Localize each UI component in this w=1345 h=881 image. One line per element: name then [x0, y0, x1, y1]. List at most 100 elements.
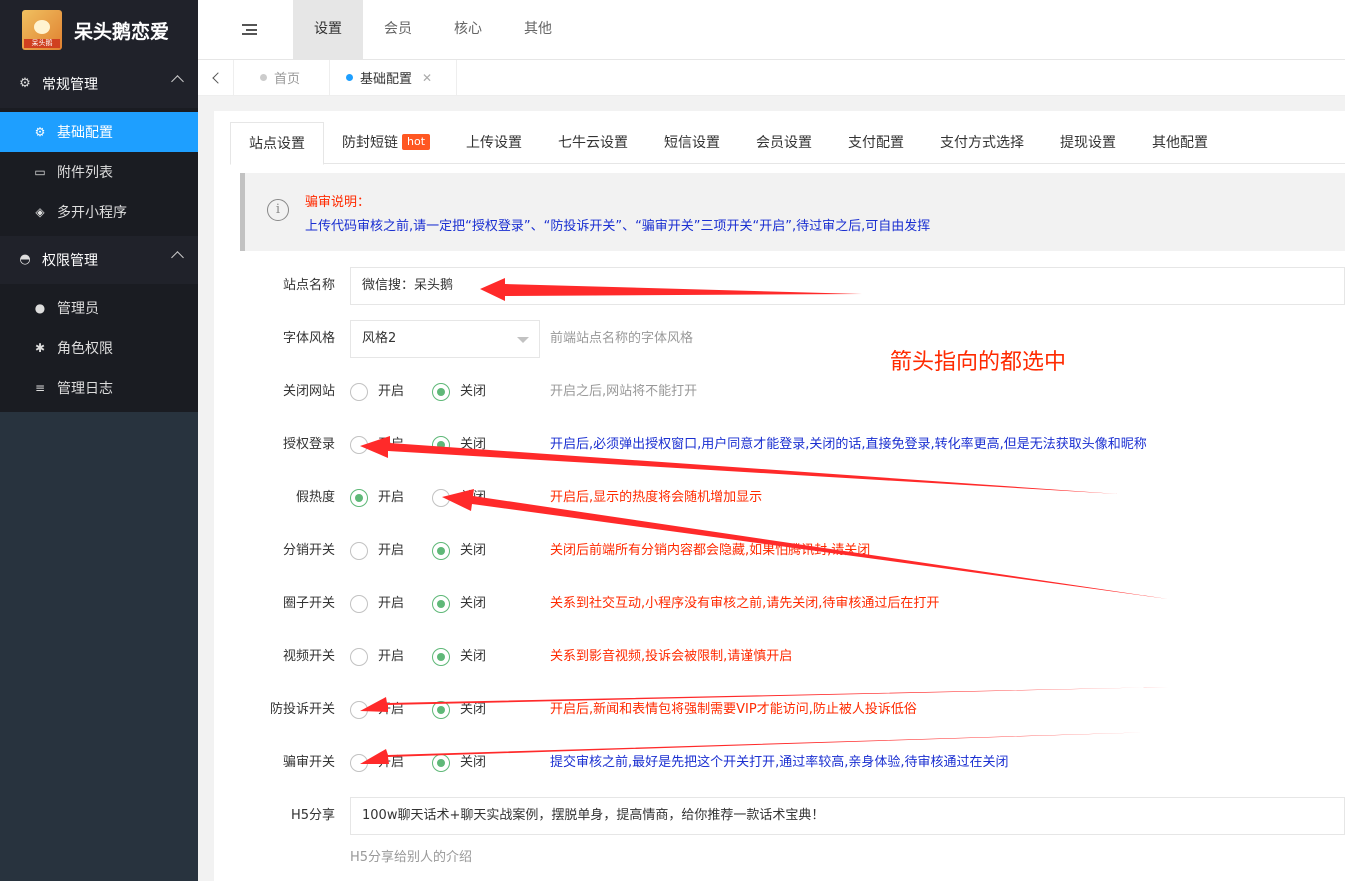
radio-circle	[432, 489, 450, 507]
radio-label: 关闭	[460, 437, 487, 452]
chevron-left-icon	[211, 71, 224, 84]
tab-upload-settings[interactable]: 上传设置	[448, 122, 540, 163]
form-row-auth-login: 授权登录 开启 关闭 开启后,必须弹出授权窗口,用户同意才能登录,关闭的话,直接…	[214, 425, 1345, 465]
page-tab-label: 首页	[274, 72, 301, 87]
logo-area[interactable]: 呆头鹅 呆头鹅恋爱	[0, 0, 198, 60]
field-hint: 前端站点名称的字体风格	[550, 331, 694, 346]
sidebar-group-label: 权限管理	[42, 253, 98, 269]
topnav-core[interactable]: 核心	[433, 0, 503, 60]
radio-off[interactable]: 关闭	[432, 647, 486, 667]
page-tab-current[interactable]: 基础配置 ✕	[330, 60, 457, 95]
form-row-site-name: 站点名称 微信搜：呆头鹅	[214, 266, 1345, 306]
radio-on[interactable]: 开启	[350, 700, 404, 720]
radio-circle	[350, 542, 368, 560]
folder-icon: ▭	[34, 165, 46, 179]
field-label: H5分享	[290, 808, 335, 823]
tab-other-config[interactable]: 其他配置	[1134, 122, 1226, 163]
field-hint: 关闭后前端所有分销内容都会隐藏,如果怕腾讯封,请关闭	[550, 543, 871, 558]
sidebar-submenu-permissions: ● 管理员 ✱ 角色权限 ≡ 管理日志	[0, 284, 198, 412]
gear-icon: ⚙	[34, 125, 46, 139]
radio-off[interactable]: 关闭	[432, 488, 486, 508]
sidebar-item-roles[interactable]: ✱ 角色权限	[0, 328, 198, 368]
radio-label: 关闭	[460, 702, 487, 717]
site-name-input[interactable]: 微信搜：呆头鹅	[350, 267, 1345, 305]
field-label: 防投诉开关	[269, 702, 335, 717]
tab-anti-block-link[interactable]: 防封短链 hot	[324, 122, 448, 163]
sidebar-item-multi-miniapp[interactable]: ◈ 多开小程序	[0, 192, 198, 232]
field-label: 视频开关	[282, 649, 335, 664]
top-header: 设置 会员 核心 其他	[198, 0, 1345, 60]
info-icon: i	[267, 199, 289, 221]
list-icon: ≡	[34, 381, 46, 395]
sidebar-item-logs[interactable]: ≡ 管理日志	[0, 368, 198, 408]
radio-label: 关闭	[460, 596, 487, 611]
sidebar-item-label: 附件列表	[57, 165, 113, 181]
radio-on[interactable]: 开启	[350, 647, 404, 667]
radio-label: 开启	[378, 543, 405, 558]
radio-on[interactable]: 开启	[350, 753, 404, 773]
tab-site-settings[interactable]: 站点设置	[230, 122, 324, 165]
logo-icon: 呆头鹅	[22, 10, 62, 50]
sidebar-item-attachments[interactable]: ▭ 附件列表	[0, 152, 198, 192]
radio-circle	[432, 542, 450, 560]
radio-circle	[432, 754, 450, 772]
settings-tabs: 站点设置 防封短链 hot 上传设置 七牛云设置 短信设置 会员设置 支付配置 支…	[230, 122, 1345, 165]
caret-down-icon	[517, 337, 529, 349]
tab-member-settings[interactable]: 会员设置	[738, 122, 830, 163]
form-row-video: 视频开关 开启 关闭 关系到影音视频,投诉会被限制,请谨慎开启	[214, 637, 1345, 677]
radio-off[interactable]: 关闭	[432, 753, 486, 773]
font-style-select[interactable]: 风格2	[350, 320, 540, 358]
topnav-settings[interactable]: 设置	[293, 0, 363, 60]
tabs-scroll-left-button[interactable]	[198, 60, 234, 95]
form-row-close-site: 关闭网站 开启 关闭 开启之后,网站将不能打开	[214, 372, 1345, 412]
notice-box: i 骗审说明： 上传代码审核之前,请一定把“授权登录”、“防投诉开关”、“骗审开…	[240, 173, 1345, 251]
radio-on[interactable]: 开启	[350, 488, 404, 508]
topnav-members[interactable]: 会员	[363, 0, 433, 60]
radio-on[interactable]: 开启	[350, 541, 404, 561]
sidebar-submenu-general: ⚙ 基础配置 ▭ 附件列表 ◈ 多开小程序	[0, 108, 198, 236]
sidebar-group-general[interactable]: ⚙ 常规管理	[0, 60, 198, 108]
radio-circle	[432, 436, 450, 454]
tab-payment-method[interactable]: 支付方式选择	[922, 122, 1042, 163]
h5-share-input[interactable]: 100w聊天话术+聊天实战案例，摆脱单身，提高情商，给你推荐一款话术宝典！	[350, 797, 1345, 835]
radio-label: 关闭	[460, 755, 487, 770]
page-tab-home[interactable]: 首页	[234, 60, 330, 95]
tab-qiniu-settings[interactable]: 七牛云设置	[540, 122, 646, 163]
radio-off[interactable]: 关闭	[432, 382, 486, 402]
chevron-up-icon	[171, 75, 184, 88]
select-value: 风格2	[362, 331, 397, 346]
radio-label: 开启	[378, 755, 405, 770]
radio-off[interactable]: 关闭	[432, 435, 486, 455]
field-label: 骗审开关	[282, 755, 335, 770]
radio-circle	[350, 489, 368, 507]
field-label: 授权登录	[282, 437, 335, 452]
field-hint: 提交审核之前,最好是先把这个开关打开,通过率较高,亲身体验,待审核通过在关闭	[550, 755, 1009, 770]
tab-dot-icon	[260, 74, 267, 81]
content-card: 站点设置 防封短链 hot 上传设置 七牛云设置 短信设置 会员设置 支付配置 支…	[214, 111, 1345, 881]
sidebar-item-admins[interactable]: ● 管理员	[0, 288, 198, 328]
sidebar-group-permissions[interactable]: ◓ 权限管理	[0, 236, 198, 284]
radio-circle	[432, 648, 450, 666]
radio-on[interactable]: 开启	[350, 594, 404, 614]
sidebar-item-label: 角色权限	[57, 341, 113, 357]
radio-off[interactable]: 关闭	[432, 594, 486, 614]
radio-on[interactable]: 开启	[350, 435, 404, 455]
sidebar-item-basic-config[interactable]: ⚙ 基础配置	[0, 112, 198, 152]
radio-label: 开启	[378, 596, 405, 611]
field-label: 关闭网站	[282, 384, 335, 399]
sidebar-item-label: 管理员	[57, 301, 99, 317]
menu-toggle-icon[interactable]	[242, 24, 257, 35]
close-icon[interactable]: ✕	[422, 71, 432, 85]
radio-off[interactable]: 关闭	[432, 541, 486, 561]
radio-label: 开启	[378, 384, 405, 399]
tab-withdraw-settings[interactable]: 提现设置	[1042, 122, 1134, 163]
notice-text: 上传代码审核之前,请一定把“授权登录”、“防投诉开关”、“骗审开关”三项开关“开…	[305, 219, 931, 234]
tab-sms-settings[interactable]: 短信设置	[646, 122, 738, 163]
radio-on[interactable]: 开启	[350, 382, 404, 402]
tab-payment-config[interactable]: 支付配置	[830, 122, 922, 163]
cube-icon: ◈	[35, 205, 45, 219]
field-label: 字体风格	[282, 331, 335, 346]
radio-off[interactable]: 关闭	[432, 700, 486, 720]
topnav-other[interactable]: 其他	[503, 0, 573, 60]
radio-label: 关闭	[460, 490, 487, 505]
